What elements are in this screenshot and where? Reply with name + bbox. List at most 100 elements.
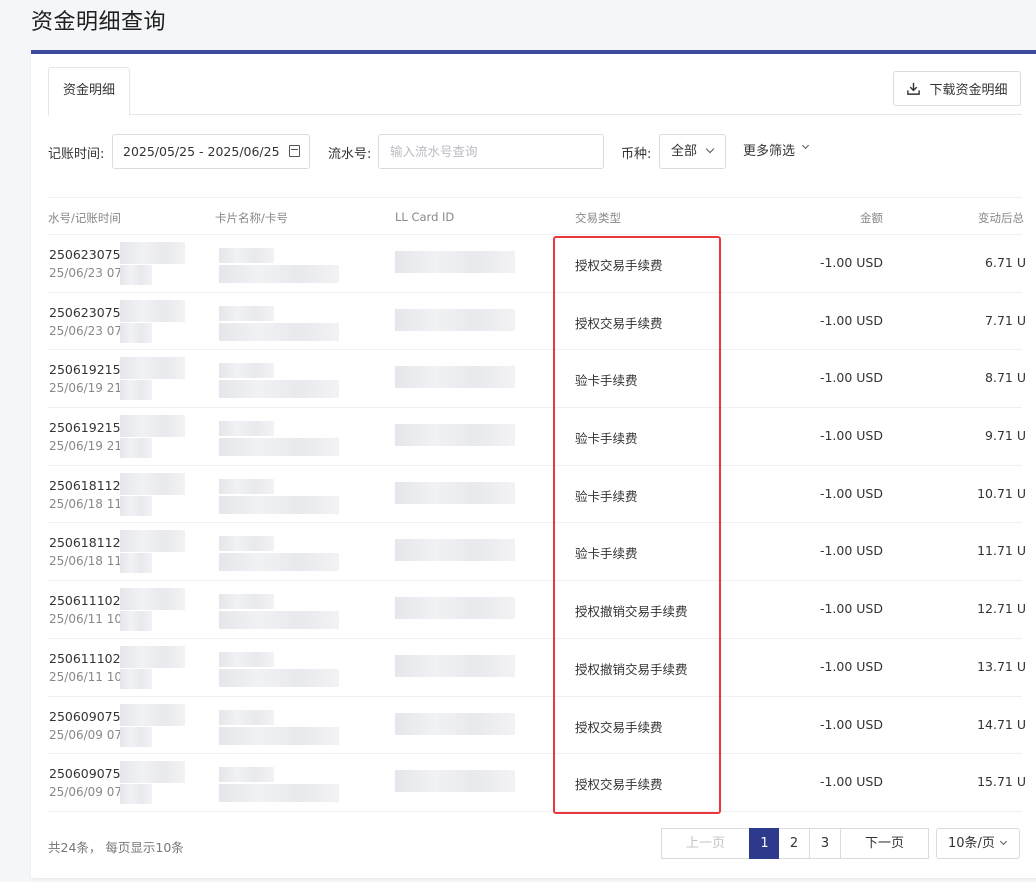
page-size-select[interactable]: 10条/页 [936,828,1020,859]
redacted-card-number [219,668,339,687]
redacted-serial [120,703,185,726]
next-page-button[interactable]: 下一页 [841,828,929,859]
redacted-card-name [219,709,274,725]
serial-number: 2506230755 [49,247,121,262]
serial-time-cell: 2506192155 25/06/19 21: [49,361,121,397]
page-size-value: 10条/页 [948,836,995,851]
redacted-card-id [395,366,515,389]
transaction-type: 授权交易手续费 [575,719,663,735]
page-3-button[interactable]: 3 [810,828,841,859]
total-count: 共24条， 每页显示10条 [48,840,184,855]
record-time: 25/06/19 21: [49,381,121,396]
table-body: 2506230755 25/06/23 07: 授权交易手续费 -1.00 USD 6.… [48,235,1026,812]
redacted-card-id [395,770,515,793]
fund-table: 水号/记账时间 卡片名称/卡号 LL Card ID 交易类型 金额 变动后总 … [48,197,1026,812]
serial-time-cell: 25061110200 25/06/11 10: [49,592,121,628]
balance-after: 7.71 U [985,312,1026,328]
serial-time-cell: 2506090755 25/06/09 07: [49,708,121,744]
redacted-serial [120,588,185,611]
chevron-down-icon [999,837,1008,846]
transaction-type: 授权交易手续费 [575,258,663,273]
balance-after: 9.71 U [985,428,1026,444]
redacted-time [120,668,152,689]
amount: -1.00 USD [819,255,883,270]
transaction-type: 授权交易手续费 [575,315,663,331]
table-header: 水号/记账时间 卡片名称/卡号 LL Card ID 交易类型 金额 变动后总 [48,197,1024,235]
table-row: 2506090755 25/06/09 07: 授权交易手续费 -1.00 USD 14… [48,697,1026,755]
amount: -1.00 USD [819,658,883,674]
download-button[interactable]: 下载资金明细 [893,71,1021,106]
balance-after: 15.71 U [977,774,1026,790]
table-row: 2506090755 25/06/09 07: 授权交易手续费 -1.00 USD 15… [48,754,1026,812]
redacted-card-number [219,265,339,283]
col-type: 交易类型 [575,211,621,225]
calendar-icon [289,145,300,157]
date-label: 记账时间: [48,147,105,162]
redacted-time [120,322,152,343]
transaction-type: 授权交易手续费 [575,777,663,793]
serial-number: 25061110200 [49,650,121,666]
date-range-value: 2025/05/25 - 2025/06/25 [123,144,280,159]
serial-time-cell: 2506192155 25/06/19 21: [49,419,121,455]
tab-fund-detail[interactable]: 资金明细 [48,67,130,116]
serial-time-cell: 2506230755 25/06/23 07: [49,304,121,340]
col-balance: 变动后总 [978,211,1024,225]
redacted-card-number [219,380,339,399]
balance-after: 12.71 U [977,601,1026,617]
page-1-button[interactable]: 1 [749,828,780,859]
amount: -1.00 USD [819,543,883,559]
redacted-serial [120,530,185,553]
currency-select[interactable]: 全部 [659,134,726,169]
record-time: 25/06/09 07: [49,785,121,800]
redacted-card-number [219,784,339,803]
prev-page-button[interactable]: 上一页 [661,828,750,859]
record-time: 25/06/23 07: [49,266,121,280]
serial-number: 25061110200 [49,593,121,609]
redacted-card-id [395,308,515,331]
more-filter-button[interactable]: 更多筛选 [743,140,810,159]
redacted-card-name [219,478,274,494]
record-time: 25/06/23 07: [49,323,121,338]
serial-time-cell: 2506230755 25/06/23 07: [49,246,121,282]
balance-after: 11.71 U [977,543,1026,559]
record-time: 25/06/19 21: [49,439,121,454]
page-2-button[interactable]: 2 [779,828,810,859]
balance-after: 6.71 U [985,255,1026,270]
table-row: 2506230755 25/06/23 07: 授权交易手续费 -1.00 USD 7.… [48,293,1026,351]
serial-number: 2506090755 [49,766,121,782]
amount: -1.00 USD [819,601,883,617]
redacted-card-name [219,594,274,610]
redacted-time [120,726,152,747]
redacted-card-name [219,651,274,667]
redacted-card-id [395,424,515,447]
redacted-card-name [219,536,274,552]
redacted-card-id [395,481,515,504]
transaction-type: 验卡手续费 [575,373,638,389]
serial-placeholder: 输入流水号查询 [390,144,478,159]
serial-number: 2506192155 [49,420,121,436]
serial-time-cell: 2506181126 25/06/18 11: [49,534,121,570]
redacted-serial [120,299,185,322]
serial-number: 2506230755 [49,304,121,320]
redacted-time [120,784,152,805]
serial-label: 流水号: [328,147,372,162]
amount: -1.00 USD [819,428,883,444]
table-row: 2506192155 25/06/19 21: 验卡手续费 -1.00 USD 9.71… [48,408,1026,466]
page-title: 资金明细查询 [31,10,167,35]
serial-number: 2506090755 [49,708,121,724]
serial-number: 2506181126 [49,535,121,551]
table-row: 2506192155 25/06/19 21: 验卡手续费 -1.00 USD 8.71… [48,350,1026,409]
redacted-time [120,438,152,459]
amount: -1.00 USD [819,370,883,386]
redacted-serial [120,472,185,495]
redacted-card-number [219,726,339,745]
transaction-type: 授权撤销交易手续费 [575,604,688,620]
serial-input[interactable]: 输入流水号查询 [378,134,604,169]
redacted-serial [120,645,185,668]
date-range-picker[interactable]: 2025/05/25 - 2025/06/25 [112,134,310,169]
redacted-card-name [219,421,274,437]
download-icon [907,82,921,95]
redacted-card-number [219,495,339,514]
currency-label: 币种: [621,147,652,162]
redacted-time [120,265,152,285]
